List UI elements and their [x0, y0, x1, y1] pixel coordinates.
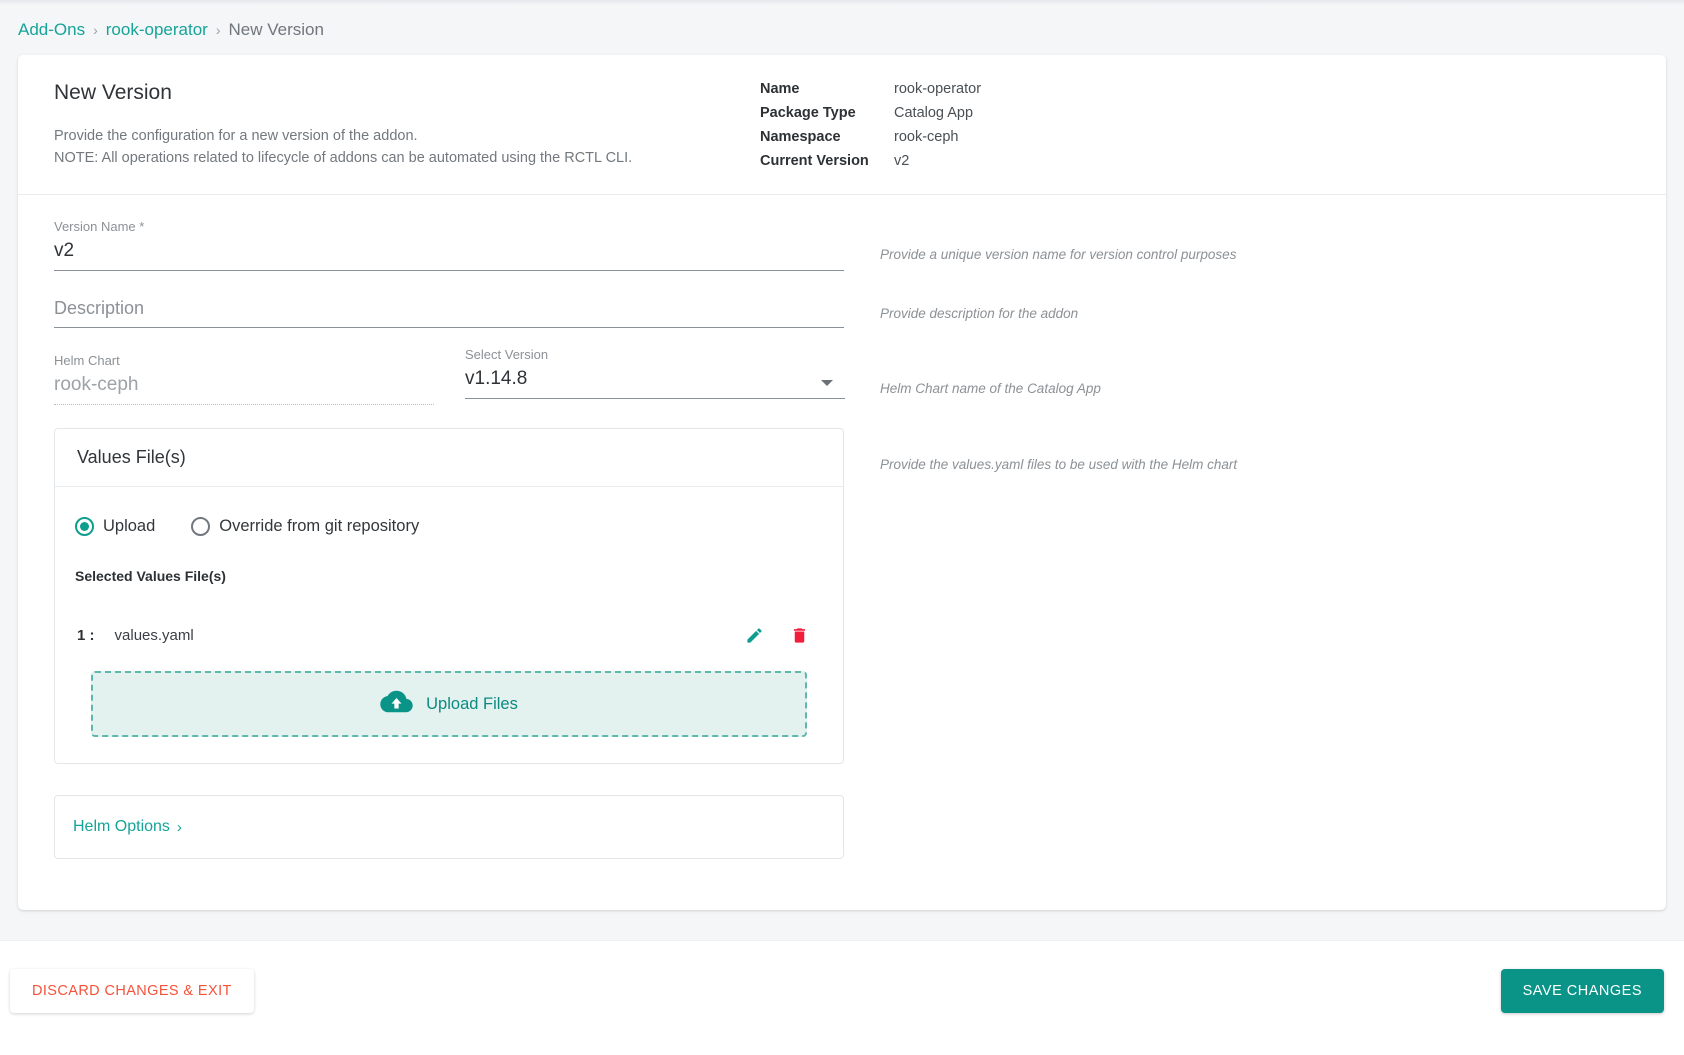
version-name-field: Version Name * — [54, 219, 844, 271]
radio-upload[interactable]: Upload — [75, 517, 155, 536]
meta-key-namespace: Namespace — [760, 129, 841, 145]
values-files-title: Values File(s) — [55, 429, 843, 487]
trash-icon[interactable] — [790, 626, 809, 645]
helm-options-toggle[interactable]: Helm Options › — [73, 818, 182, 836]
select-version-field: Select Version — [465, 347, 845, 399]
discard-changes-button[interactable]: DISCARD CHANGES & EXIT — [10, 969, 254, 1013]
helm-chart-hint: Helm Chart name of the Catalog App — [880, 381, 1101, 396]
radio-override-git-indicator — [191, 517, 211, 536]
radio-upload-indicator — [75, 517, 94, 536]
description-input[interactable] — [54, 298, 844, 328]
version-name-label: Version Name * — [54, 219, 145, 234]
helm-options-card[interactable]: Helm Options › — [54, 795, 844, 859]
new-version-card: New Version Provide the configuration fo… — [18, 55, 1666, 910]
cloud-upload-icon — [380, 688, 413, 720]
meta-value-package-type: Catalog App — [894, 105, 974, 121]
upload-files-label: Upload Files — [426, 694, 518, 713]
helm-options-label: Helm Options — [73, 818, 170, 835]
breadcrumb-separator: › — [93, 22, 98, 38]
meta-key-name: Name — [760, 81, 800, 97]
radio-override-git[interactable]: Override from git repository — [191, 517, 419, 536]
select-version-value[interactable] — [465, 368, 845, 399]
version-name-input[interactable] — [54, 240, 844, 271]
helm-chart-label: Helm Chart — [54, 353, 120, 368]
save-changes-button[interactable]: SAVE CHANGES — [1500, 969, 1664, 1013]
chevron-right-icon: › — [176, 818, 182, 836]
breadcrumb-item-add-ons[interactable]: Add-Ons — [18, 20, 85, 40]
breadcrumb-item-new-version: New Version — [228, 20, 324, 39]
breadcrumb: Add-Ons › rook-operator › New Version — [18, 20, 324, 40]
action-footer: DISCARD CHANGES & EXIT SAVE CHANGES — [0, 940, 1684, 1055]
addon-metadata: Name rook-operator Package Type Catalog … — [760, 81, 981, 169]
upload-files-dropzone[interactable]: Upload Files — [91, 671, 807, 737]
radio-override-git-label: Override from git repository — [219, 517, 420, 535]
radio-upload-label: Upload — [103, 517, 156, 535]
values-files-hint: Provide the values.yaml files to be used… — [880, 457, 1238, 472]
window-top-edge — [0, 0, 1684, 5]
breadcrumb-separator: › — [215, 22, 221, 38]
card-header: New Version Provide the configuration fo… — [18, 55, 1666, 195]
helm-chart-input — [54, 374, 434, 405]
meta-value-namespace: rook-ceph — [894, 129, 959, 145]
helm-chart-field: Helm Chart — [54, 353, 434, 405]
description-field — [54, 298, 844, 328]
meta-key-package-type: Package Type — [760, 105, 856, 121]
values-source-radio-group: Upload Override from git repository — [75, 517, 823, 536]
pencil-icon[interactable] — [745, 626, 764, 645]
values-file-name: values.yaml — [114, 627, 194, 644]
select-version-control[interactable] — [465, 368, 845, 399]
values-files-body: Upload Override from git repository Sele… — [55, 487, 843, 763]
values-file-index: 1 : — [77, 627, 95, 644]
selected-values-files-title: Selected Values File(s) — [75, 568, 226, 584]
select-version-label: Select Version — [465, 347, 549, 362]
meta-value-name: rook-operator — [894, 81, 982, 97]
values-file-row: 1 : values.yaml — [75, 626, 823, 645]
meta-value-current-version: v2 — [894, 153, 910, 169]
meta-key-current-version: Current Version — [760, 153, 869, 169]
values-files-card: Values File(s) Upload Override from git … — [54, 428, 844, 764]
version-name-hint: Provide a unique version name for versio… — [880, 247, 1237, 262]
breadcrumb-item-rook-operator[interactable]: rook-operator — [106, 20, 208, 40]
description-hint: Provide description for the addon — [880, 306, 1079, 321]
